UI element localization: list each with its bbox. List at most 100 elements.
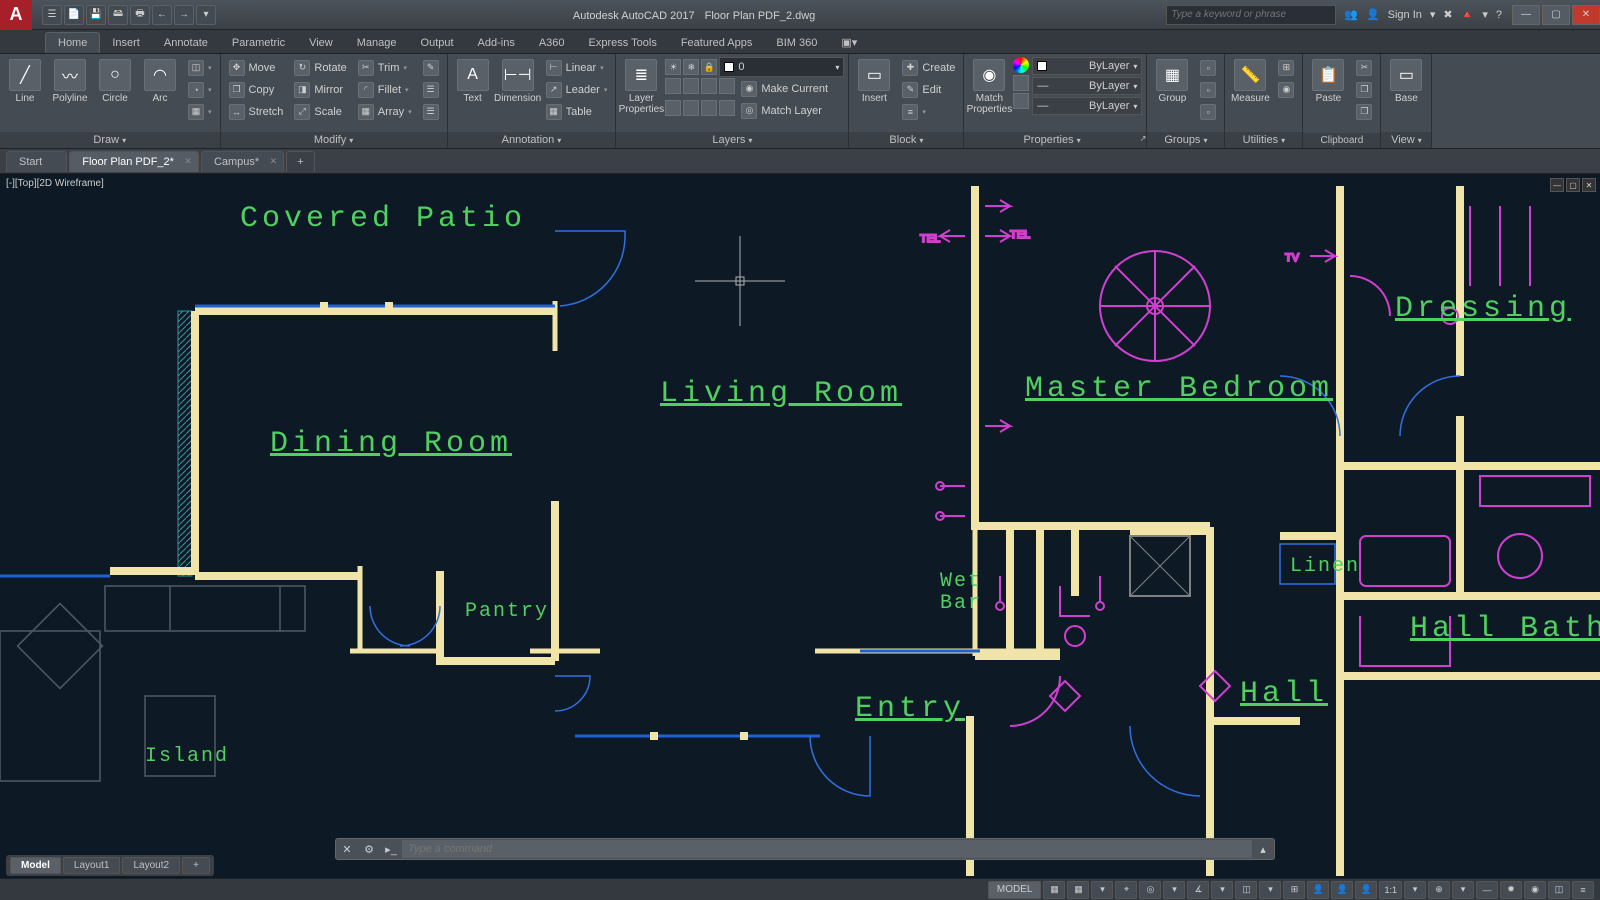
close-button[interactable]: ✕ xyxy=(1572,5,1600,25)
scale-button[interactable]: ⤢Scale xyxy=(290,101,350,122)
layer-state-icon[interactable]: ☀ xyxy=(665,59,681,75)
command-line[interactable]: ✕ ⚙ ▸_ ▴ xyxy=(335,838,1275,860)
panel-title-annotation[interactable]: Annotation▾ xyxy=(448,132,616,148)
linear-button[interactable]: ⊢Linear▾ xyxy=(542,57,612,78)
layer-tool-icon[interactable] xyxy=(665,78,681,94)
polar-toggle[interactable]: ◎ xyxy=(1139,881,1161,899)
qat-button[interactable]: 📄 xyxy=(64,5,84,25)
panel-title-draw[interactable]: Draw▾ xyxy=(0,132,220,148)
layer-tool-icon[interactable] xyxy=(719,78,735,94)
annotation-visibility[interactable]: 👤 xyxy=(1331,881,1353,899)
panel-title-block[interactable]: Block▾ xyxy=(849,132,963,148)
tab-output[interactable]: Output xyxy=(409,33,466,53)
draw-ellipse-button[interactable]: ◔▾ xyxy=(184,79,216,100)
measure-button[interactable]: 📏Measure xyxy=(1229,57,1271,104)
tab-view[interactable]: View xyxy=(297,33,345,53)
command-input[interactable] xyxy=(402,840,1252,858)
cut-button[interactable]: ✂ xyxy=(1352,57,1376,78)
command-options-icon[interactable]: ⚙ xyxy=(358,838,380,860)
text-button[interactable]: AText xyxy=(452,57,494,104)
lineweight-icon[interactable] xyxy=(1013,75,1029,91)
stay-connected-icon[interactable]: 🔺 xyxy=(1461,8,1475,21)
drawing-canvas[interactable]: [-][Top][2D Wireframe] — ▢ ✕ xyxy=(0,174,1600,878)
exchange-apps-icon[interactable]: ✖ xyxy=(1443,8,1452,21)
panel-title-groups[interactable]: Groups▾ xyxy=(1147,132,1224,148)
draw-rectangle-button[interactable]: ◫▾ xyxy=(184,57,216,78)
vp-maximize-icon[interactable]: ▢ xyxy=(1566,178,1580,192)
layout-tab-add[interactable]: + xyxy=(182,857,210,874)
base-view-button[interactable]: ▭Base xyxy=(1385,57,1427,104)
status-dropdown[interactable]: ▾ xyxy=(1091,881,1113,899)
qat-button[interactable]: 🖴 xyxy=(108,5,128,25)
qat-dropdown[interactable]: ▾ xyxy=(196,5,216,25)
arc-button[interactable]: ◠Arc xyxy=(139,57,181,104)
status-dropdown[interactable]: ▾ xyxy=(1452,881,1474,899)
panel-title-view[interactable]: View▾ xyxy=(1381,132,1431,148)
status-dropdown[interactable]: ▾ xyxy=(1259,881,1281,899)
match-properties-button[interactable]: ◉Match Properties xyxy=(968,57,1010,115)
circle-button[interactable]: ○Circle xyxy=(94,57,136,104)
modelspace-button[interactable]: MODEL xyxy=(988,881,1042,899)
paste-button[interactable]: 📋Paste xyxy=(1307,57,1349,104)
signin-dropdown[interactable]: ▾ xyxy=(1430,8,1436,21)
layer-tool-icon[interactable] xyxy=(701,78,717,94)
mirror-button[interactable]: ◨Mirror xyxy=(290,79,350,100)
move-button[interactable]: ✥Move xyxy=(225,57,288,78)
infocenter-search-input[interactable] xyxy=(1166,5,1336,25)
tab-annotate[interactable]: Annotate xyxy=(152,33,220,53)
file-tab-campus[interactable]: Campus*✕ xyxy=(201,151,284,172)
layout-tab-layout1[interactable]: Layout1 xyxy=(63,857,121,874)
command-history-icon[interactable]: ▴ xyxy=(1252,838,1274,860)
workspace-switch[interactable]: ⊕ xyxy=(1428,881,1450,899)
help-icon[interactable]: ? xyxy=(1496,9,1502,21)
status-dropdown[interactable]: ▾ xyxy=(1163,881,1185,899)
layer-tool-icon[interactable] xyxy=(683,78,699,94)
close-tab-icon[interactable]: ✕ xyxy=(184,156,192,167)
tab-bim360[interactable]: BIM 360 xyxy=(764,33,829,53)
grid-toggle[interactable]: ▦ xyxy=(1043,881,1065,899)
stretch-button[interactable]: ↔Stretch xyxy=(225,101,288,122)
utility-button[interactable]: ⊞ xyxy=(1274,57,1298,78)
erase-button[interactable]: ✎ xyxy=(419,57,443,78)
qat-button[interactable]: ☰ xyxy=(42,5,62,25)
layer-tool-icon[interactable] xyxy=(719,100,735,116)
tab-insert[interactable]: Insert xyxy=(100,33,152,53)
lineweight-combo[interactable]: —ByLayer▾ xyxy=(1032,77,1142,95)
layer-tool-icon[interactable] xyxy=(701,100,717,116)
make-current-button[interactable]: ◉Make Current xyxy=(737,78,832,99)
explode-button[interactable]: ☰ xyxy=(419,79,443,100)
fillet-button[interactable]: ◜Fillet▾ xyxy=(354,79,416,100)
dimension-button[interactable]: ⊢⊣Dimension xyxy=(497,57,539,104)
hardware-accel[interactable]: ✹ xyxy=(1500,881,1522,899)
tab-home[interactable]: Home xyxy=(45,32,100,53)
isolate-objects[interactable]: ◉ xyxy=(1524,881,1546,899)
table-button[interactable]: ▦Table xyxy=(542,101,612,122)
annotation-monitor[interactable]: — xyxy=(1476,881,1498,899)
rotate-button[interactable]: ↻Rotate xyxy=(290,57,350,78)
group-edit-button[interactable]: ▫ xyxy=(1196,79,1220,100)
tab-manage[interactable]: Manage xyxy=(345,33,409,53)
layer-properties-button[interactable]: ≣Layer Properties xyxy=(620,57,662,115)
vp-minimize-icon[interactable]: — xyxy=(1550,178,1564,192)
panel-title-utilities[interactable]: Utilities▾ xyxy=(1225,132,1302,148)
qat-button[interactable]: 💾 xyxy=(86,5,106,25)
annotation-autoscale[interactable]: 👤 xyxy=(1355,881,1377,899)
tab-parametric[interactable]: Parametric xyxy=(220,33,297,53)
layout-tab-model[interactable]: Model xyxy=(10,857,61,874)
copy-button[interactable]: ❐Copy xyxy=(225,79,288,100)
edit-block-button[interactable]: ✎Edit xyxy=(898,79,959,100)
color-wheel-icon[interactable] xyxy=(1013,57,1029,73)
group-select-button[interactable]: ▫ xyxy=(1196,101,1220,122)
customization-button[interactable]: ≡ xyxy=(1572,881,1594,899)
insert-block-button[interactable]: ▭Insert xyxy=(853,57,895,104)
status-dropdown[interactable]: ▾ xyxy=(1404,881,1426,899)
tab-addins[interactable]: Add-ins xyxy=(466,33,527,53)
linetype-combo[interactable]: —ByLayer▾ xyxy=(1032,97,1142,115)
qat-redo-button[interactable]: → xyxy=(174,5,194,25)
ortho-toggle[interactable]: ⌖ xyxy=(1115,881,1137,899)
scale-button[interactable]: 1:1 xyxy=(1379,881,1402,899)
line-button[interactable]: ╱Line xyxy=(4,57,46,104)
autodesk-360-icon[interactable]: 👥 xyxy=(1344,8,1358,21)
leader-button[interactable]: ↗Leader▾ xyxy=(542,79,612,100)
layer-tool-icon[interactable] xyxy=(683,100,699,116)
